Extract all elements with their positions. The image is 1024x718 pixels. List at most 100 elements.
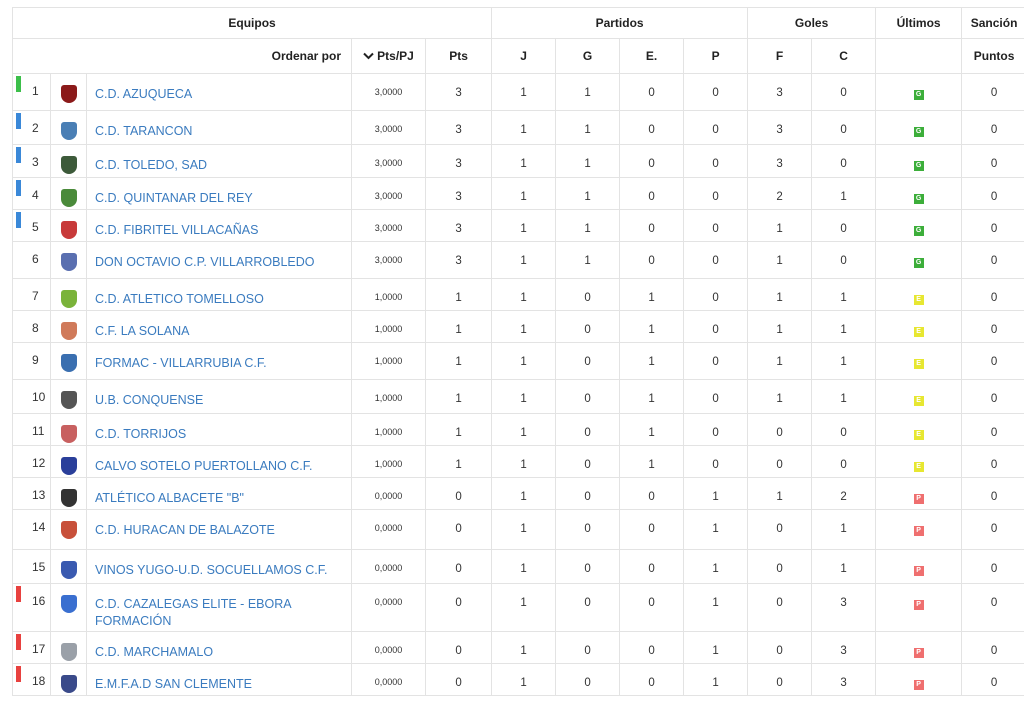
pts-value: 0 <box>455 597 462 609</box>
p-cell: 0 <box>683 241 749 279</box>
team-name-link[interactable]: C.D. AZUQUECA <box>87 74 351 103</box>
pts-pj-value: 1,0000 <box>374 459 403 469</box>
team-shield-icon[interactable] <box>60 643 77 661</box>
team-shield-icon[interactable] <box>60 457 77 475</box>
team-shield-cell <box>50 583 87 632</box>
team-shield-cell <box>50 549 87 584</box>
team-shield-icon[interactable] <box>60 561 77 579</box>
header-f[interactable]: F <box>747 38 813 74</box>
p-value: 0 <box>712 427 719 439</box>
pts-cell: 3 <box>424 144 493 178</box>
j-cell: 1 <box>491 477 557 510</box>
pts-pj-cell: 3,0000 <box>351 177 426 210</box>
team-shield-icon[interactable] <box>60 391 77 409</box>
header-puntos[interactable]: Puntos <box>961 38 1024 74</box>
team-name-link[interactable]: C.D. QUINTANAR DEL REY <box>87 178 351 207</box>
team-name-link[interactable]: FORMAC - VILLARRUBIA C.F. <box>87 343 351 372</box>
sancion-cell: 0 <box>961 663 1024 696</box>
p-cell: 0 <box>683 110 749 145</box>
f-value: 0 <box>776 677 783 689</box>
team-name-cell: C.D. QUINTANAR DEL REY <box>86 177 352 210</box>
sancion-value: 0 <box>990 677 998 689</box>
team-name-link[interactable]: C.D. HURACAN DE BALAZOTE <box>87 510 351 539</box>
pts-value: 0 <box>455 523 462 535</box>
j-value: 1 <box>520 255 527 267</box>
p-cell: 0 <box>683 278 749 311</box>
e-value: 0 <box>648 223 655 235</box>
pts-pj-value: 0,0000 <box>374 597 403 607</box>
header-c[interactable]: C <box>811 38 877 74</box>
team-name-link[interactable]: C.D. CAZALEGAS ELITE - EBORA FORMACIÓN <box>87 584 351 630</box>
team-name-link[interactable]: C.D. TOLEDO, SAD <box>87 145 351 174</box>
j-cell: 1 <box>491 177 557 210</box>
p-cell: 0 <box>683 379 749 414</box>
team-shield-cell <box>50 509 87 550</box>
team-shield-icon[interactable] <box>60 290 77 308</box>
team-shield-icon[interactable] <box>60 425 77 443</box>
f-value: 1 <box>776 393 783 405</box>
sancion-value: 0 <box>990 459 998 471</box>
team-name-cell: CALVO SOTELO PUERTOLLANO C.F. <box>86 445 352 478</box>
team-name-link[interactable]: U.B. CONQUENSE <box>87 380 351 409</box>
team-name-link[interactable]: C.D. FIBRITEL VILLACAÑAS <box>87 210 351 239</box>
result-badge: P <box>913 648 924 658</box>
team-shield-icon[interactable] <box>60 253 77 271</box>
team-name-link[interactable]: C.D. TARANCON <box>87 111 351 140</box>
sort-pts-pj[interactable]: Pts/PJ <box>351 38 426 74</box>
p-cell: 1 <box>683 663 749 696</box>
team-name-link[interactable]: VINOS YUGO-U.D. SOCUELLAMOS C.F. <box>87 550 351 579</box>
ultimos-cell: E <box>875 278 963 311</box>
team-shield-icon[interactable] <box>60 322 77 340</box>
header-e[interactable]: E. <box>619 38 685 74</box>
sancion-cell: 0 <box>961 445 1024 478</box>
team-name-link[interactable]: CALVO SOTELO PUERTOLLANO C.F. <box>87 446 351 475</box>
pts-value: 0 <box>455 491 462 503</box>
header-j[interactable]: J <box>491 38 557 74</box>
pts-pj-value: 0,0000 <box>374 677 403 687</box>
team-shield-icon[interactable] <box>60 189 77 207</box>
position-cell: 9 <box>12 342 51 380</box>
c-cell: 0 <box>811 209 877 242</box>
e-value: 0 <box>648 124 655 136</box>
team-shield-cell <box>50 663 87 696</box>
g-cell: 0 <box>555 278 621 311</box>
sancion-cell: 0 <box>961 413 1024 446</box>
j-cell: 1 <box>491 445 557 478</box>
team-name-cell: U.B. CONQUENSE <box>86 379 352 414</box>
p-cell: 0 <box>683 413 749 446</box>
header-p[interactable]: P <box>683 38 749 74</box>
g-cell: 0 <box>555 631 621 664</box>
team-name-link[interactable]: E.M.F.A.D SAN CLEMENTE <box>87 664 351 693</box>
c-value: 2 <box>840 491 847 503</box>
team-shield-icon[interactable] <box>60 85 77 103</box>
team-shield-icon[interactable] <box>60 354 77 372</box>
table-row: 18 E.M.F.A.D SAN CLEMENTE 0,0000 0 1 0 0… <box>12 663 1024 696</box>
team-name-link[interactable]: DON OCTAVIO C.P. VILLARROBLEDO <box>87 242 351 271</box>
pts-pj-cell: 1,0000 <box>351 379 426 414</box>
team-shield-icon[interactable] <box>60 675 77 693</box>
header-pts[interactable]: Pts <box>424 38 493 74</box>
team-shield-cell <box>50 177 87 210</box>
header-g[interactable]: G <box>555 38 621 74</box>
g-cell: 0 <box>555 663 621 696</box>
j-cell: 1 <box>491 549 557 584</box>
pts-pj-cell: 0,0000 <box>351 631 426 664</box>
team-shield-icon[interactable] <box>60 521 77 539</box>
p-cell: 0 <box>683 209 749 242</box>
team-name-link[interactable]: C.D. MARCHAMALO <box>87 632 351 661</box>
team-name-link[interactable]: C.D. ATLETICO TOMELLOSO <box>87 279 351 308</box>
team-shield-icon[interactable] <box>60 221 77 239</box>
team-shield-icon[interactable] <box>60 489 77 507</box>
team-shield-icon[interactable] <box>60 122 77 140</box>
pts-pj-cell: 0,0000 <box>351 663 426 696</box>
p-value: 0 <box>712 223 719 235</box>
table-row: 5 C.D. FIBRITEL VILLACAÑAS 3,0000 3 1 1 … <box>12 209 1024 242</box>
ultimos-cell: P <box>875 477 963 510</box>
team-name-link[interactable]: C.D. TORRIJOS <box>87 414 351 443</box>
team-shield-icon[interactable] <box>60 156 77 174</box>
team-name-link[interactable]: ATLÉTICO ALBACETE "B" <box>87 478 351 507</box>
p-value: 1 <box>712 597 719 609</box>
team-shield-icon[interactable] <box>60 595 77 613</box>
p-cell: 0 <box>683 445 749 478</box>
team-name-link[interactable]: C.F. LA SOLANA <box>87 311 351 340</box>
